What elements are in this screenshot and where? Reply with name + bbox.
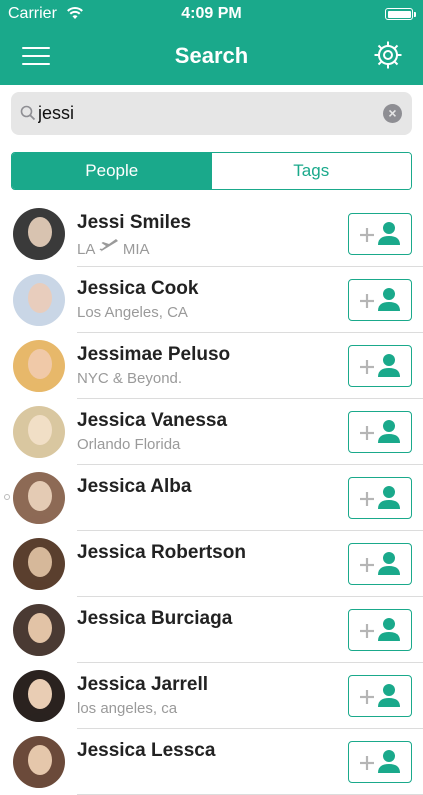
person-name[interactable]: Jessica Alba <box>77 476 191 498</box>
add-person-icon <box>360 618 400 641</box>
list-item[interactable]: Jessica Vanessa Orlando Florida <box>0 399 423 465</box>
person-name[interactable]: Jessica Cook <box>77 278 198 300</box>
person-name[interactable]: Jessi Smiles <box>77 212 191 234</box>
avatar[interactable] <box>13 472 65 524</box>
person-location: NYC & Beyond. <box>77 370 183 387</box>
follow-button[interactable] <box>348 411 412 453</box>
add-person-icon <box>360 354 400 377</box>
battery-icon <box>385 8 413 20</box>
avatar[interactable] <box>13 274 65 326</box>
tab-tags[interactable]: Tags <box>211 153 411 189</box>
battery-tip <box>414 12 416 17</box>
location-text: MIA <box>118 241 150 258</box>
add-person-icon <box>360 420 400 443</box>
follow-button[interactable] <box>348 675 412 717</box>
follow-button[interactable] <box>348 477 412 519</box>
segmented-control: People Tags <box>11 152 412 190</box>
avatar[interactable] <box>13 538 65 590</box>
list-item[interactable]: Jessica Cook Los Angeles, CA <box>0 267 423 333</box>
person-name[interactable]: Jessica Burciaga <box>77 608 232 630</box>
search-icon <box>20 105 36 126</box>
follow-button[interactable] <box>348 741 412 783</box>
gear-icon[interactable] <box>373 40 403 70</box>
tab-people[interactable]: People <box>12 153 212 189</box>
person-name[interactable]: Jessica Robertson <box>77 542 246 564</box>
add-person-icon <box>360 288 400 311</box>
person-location: LA MIA <box>77 238 150 260</box>
list-item[interactable]: Jessica Jarrell los angeles, ca <box>0 663 423 729</box>
search-bar[interactable]: × <box>11 92 412 135</box>
person-location: Orlando Florida <box>77 436 181 453</box>
clear-icon[interactable]: × <box>383 104 402 123</box>
status-dot <box>4 494 10 500</box>
avatar[interactable] <box>13 604 65 656</box>
status-time: 4:09 PM <box>181 5 242 22</box>
avatar[interactable] <box>13 208 65 260</box>
search-area: × <box>0 85 423 143</box>
list-item[interactable]: Jessica Lessca <box>0 729 423 795</box>
follow-button[interactable] <box>348 213 412 255</box>
search-input[interactable] <box>38 98 378 128</box>
person-location: los angeles, ca <box>77 700 178 717</box>
results-list: Jessi Smiles LA MIA Jessica Cook Los Angele… <box>0 201 423 795</box>
list-item[interactable]: Jessica Burciaga <box>0 597 423 663</box>
add-person-icon <box>360 750 400 773</box>
add-person-icon <box>360 552 400 575</box>
follow-button[interactable] <box>348 609 412 651</box>
follow-button[interactable] <box>348 543 412 585</box>
location-text: LA <box>77 241 99 258</box>
avatar[interactable] <box>13 670 65 722</box>
list-item[interactable]: Jessimae Peluso NYC & Beyond. <box>0 333 423 399</box>
person-name[interactable]: Jessimae Peluso <box>77 344 230 366</box>
list-item[interactable]: Jessica Alba <box>0 465 423 531</box>
avatar[interactable] <box>13 406 65 458</box>
person-name[interactable]: Jessica Lessca <box>77 740 215 762</box>
list-item[interactable]: Jessica Robertson <box>0 531 423 597</box>
list-item[interactable]: Jessi Smiles LA MIA <box>0 201 423 267</box>
follow-button[interactable] <box>348 279 412 321</box>
avatar[interactable] <box>13 736 65 788</box>
person-name[interactable]: Jessica Vanessa <box>77 410 227 432</box>
person-name[interactable]: Jessica Jarrell <box>77 674 208 696</box>
person-location: Los Angeles, CA <box>77 304 188 321</box>
add-person-icon <box>360 222 400 245</box>
airplane-icon <box>99 238 119 260</box>
status-bar: Carrier 4:09 PM <box>0 0 423 28</box>
add-person-icon <box>360 486 400 509</box>
page-title: Search <box>174 43 249 68</box>
add-person-icon <box>360 684 400 707</box>
follow-button[interactable] <box>348 345 412 387</box>
navigation-bar: Search <box>0 28 423 85</box>
avatar[interactable] <box>13 340 65 392</box>
